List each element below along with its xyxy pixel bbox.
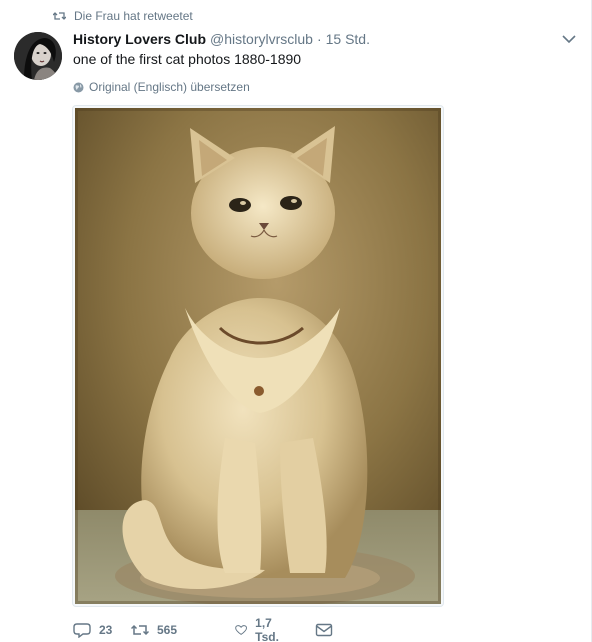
retweet-button[interactable]: 565 bbox=[131, 620, 177, 640]
header-separator: · bbox=[316, 31, 322, 47]
heart-icon bbox=[235, 625, 247, 635]
translate-link[interactable]: Original (Englisch) übersetzen bbox=[73, 80, 250, 94]
like-count: 1,7 Tsd. bbox=[255, 616, 279, 642]
chevron-down-icon[interactable] bbox=[562, 34, 576, 44]
display-name[interactable]: History Lovers Club bbox=[73, 31, 206, 47]
tweet[interactable]: Die Frau hat retweetet History Lovers Cl… bbox=[0, 0, 592, 642]
envelope-icon bbox=[315, 623, 333, 637]
translate-label[interactable]: Original (Englisch) übersetzen bbox=[89, 80, 250, 94]
like-button[interactable]: 1,7 Tsd. bbox=[235, 616, 285, 642]
retweet-icon bbox=[131, 624, 149, 636]
retweet-context-label[interactable]: Die Frau hat retweetet bbox=[74, 9, 193, 23]
avatar[interactable] bbox=[14, 32, 62, 80]
reply-count: 23 bbox=[99, 623, 113, 637]
retweet-context: Die Frau hat retweetet bbox=[53, 9, 193, 23]
reply-icon bbox=[73, 623, 91, 638]
globe-icon bbox=[73, 82, 84, 92]
timestamp[interactable]: 15 Std. bbox=[326, 31, 370, 47]
tweet-header: History Lovers Club @historylvrsclub · 1… bbox=[73, 31, 561, 49]
retweet-icon bbox=[53, 12, 66, 20]
retweet-count: 565 bbox=[157, 623, 178, 637]
direct-message-button[interactable] bbox=[315, 620, 333, 640]
cat-photo[interactable] bbox=[75, 108, 441, 604]
username[interactable]: @historylvrsclub bbox=[210, 31, 313, 47]
tweet-text: one of the first cat photos 1880-1890 bbox=[73, 51, 302, 67]
reply-button[interactable]: 23 bbox=[73, 620, 112, 640]
